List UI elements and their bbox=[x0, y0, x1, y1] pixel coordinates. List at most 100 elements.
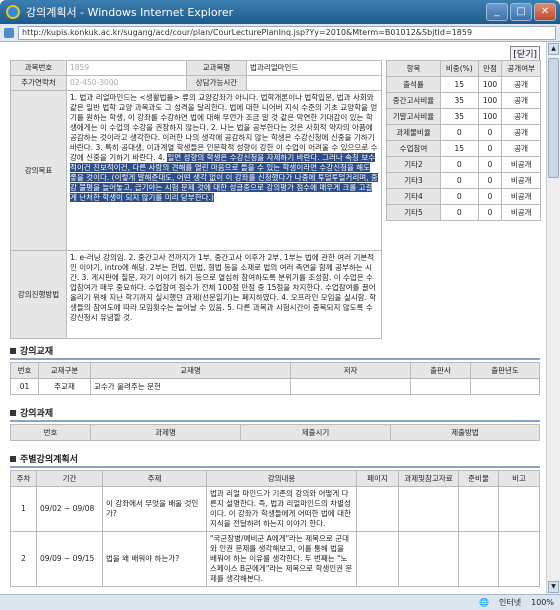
grade-public: 공개 bbox=[501, 124, 541, 141]
grade-item: 기타3 bbox=[386, 172, 441, 189]
weekly-header: 주차 bbox=[10, 470, 37, 487]
grade-row: 기타4 0 0 비공개 bbox=[386, 188, 541, 205]
close-window-button[interactable]: ✕ bbox=[534, 3, 556, 21]
week-topic: 이 강좌에서 무엇을 배울 것인가? bbox=[102, 486, 207, 532]
grade-item: 출석률 bbox=[386, 76, 441, 93]
table-row: 01 주교재 교수가 올려주는 문헌 bbox=[10, 378, 540, 395]
window-title: 강의계획서 - Windows Internet Explorer bbox=[26, 6, 234, 19]
grade-row: 중간고사비율 35 100 공개 bbox=[386, 92, 541, 109]
grade-row: 기타5 0 0 비공개 bbox=[386, 204, 541, 221]
grade-max: 0 bbox=[477, 124, 503, 141]
week-prep bbox=[458, 486, 499, 532]
grade-weight: 0 bbox=[439, 124, 479, 141]
week-no: 1 bbox=[10, 486, 37, 532]
textbook-header: 저자 bbox=[290, 362, 411, 379]
textbook-header: 출판사 bbox=[410, 362, 471, 379]
url-field[interactable]: http://kupis.konkuk.ac.kr/sugang/acd/cou… bbox=[18, 25, 556, 40]
weekly-header: 주제 bbox=[102, 470, 207, 487]
contact-label: 추가연락처 bbox=[10, 75, 67, 91]
week-topic: 법을 왜 배워야 하는가? bbox=[102, 531, 207, 587]
vertical-scrollbar[interactable]: ▲ ▼ bbox=[546, 42, 560, 594]
assignment-header: 과제명 bbox=[90, 424, 241, 441]
grade-max: 100 bbox=[477, 108, 503, 125]
grade-row: 과제물비율 0 0 공개 bbox=[386, 124, 541, 141]
objective-text: 1. 법과 리얼마인드는 <생활법률> 류의 교양강좌가 아니다. 법학개론이나… bbox=[70, 93, 378, 162]
grade-weight: 35 bbox=[439, 92, 479, 109]
page-icon bbox=[4, 27, 14, 38]
contact-value: 02-450-3000 bbox=[66, 75, 187, 91]
zoom-level[interactable]: 100% bbox=[531, 598, 554, 607]
grade-public: 비공개 bbox=[501, 204, 541, 221]
grade-weight: 15 bbox=[439, 140, 479, 157]
globe-icon: 🌐 bbox=[479, 598, 490, 607]
assignment-table: 번호 과제명 제출시기 제출방법 bbox=[10, 424, 540, 441]
grade-weight: 15 bbox=[439, 76, 479, 93]
section-divider bbox=[10, 358, 540, 360]
weekly-header: 준비물 bbox=[458, 470, 499, 487]
textbook-author bbox=[290, 378, 411, 395]
assignment-header: 번호 bbox=[10, 424, 91, 441]
minimize-button[interactable]: _ bbox=[486, 3, 508, 21]
grade-item: 기타5 bbox=[386, 204, 441, 221]
textbook-header: 교재구분 bbox=[38, 362, 91, 379]
bullet-icon bbox=[10, 409, 16, 416]
textbook-year bbox=[470, 378, 540, 395]
consult-label: 상담가능시간 bbox=[186, 75, 247, 91]
week-no: 2 bbox=[10, 531, 37, 587]
textbook-no: 01 bbox=[10, 378, 39, 395]
week-materials bbox=[398, 531, 459, 587]
grade-public: 공개 bbox=[501, 108, 541, 125]
grade-weight: 0 bbox=[439, 204, 479, 221]
table-row: 2 09/09 ~ 09/15 법을 왜 배워야 하는가? "국군장병/예비군 … bbox=[10, 531, 540, 587]
grade-row: 출석률 15 100 공개 bbox=[386, 76, 541, 93]
assignment-header: 제출시기 bbox=[240, 424, 391, 441]
textbook-title: 강의교재 bbox=[20, 347, 54, 357]
grade-public: 공개 bbox=[501, 76, 541, 93]
assignment-section-title: 강의과제 bbox=[10, 406, 53, 419]
textbook-section-title: 강의교재 bbox=[10, 344, 53, 357]
weekly-title: 주별강의계획서 bbox=[20, 455, 78, 465]
textbook-type: 주교재 bbox=[38, 378, 91, 395]
subject-code-label: 과목번호 bbox=[10, 60, 67, 76]
grade-max: 0 bbox=[477, 204, 503, 221]
assignment-title: 강의과제 bbox=[20, 409, 54, 419]
textbook-name: 교수가 올려주는 문헌 bbox=[90, 378, 291, 395]
section-divider bbox=[10, 420, 540, 422]
weekly-header: 비고 bbox=[498, 470, 540, 487]
consult-value bbox=[246, 75, 382, 91]
grade-max: 100 bbox=[477, 92, 503, 109]
grade-row: 수업참여 15 0 공개 bbox=[386, 140, 541, 157]
maximize-button[interactable]: □ bbox=[510, 3, 532, 21]
scroll-up-icon[interactable]: ▲ bbox=[548, 43, 559, 55]
weekly-header: 강의내용 bbox=[206, 470, 357, 487]
assignment-header: 제출방법 bbox=[390, 424, 540, 441]
week-note bbox=[498, 486, 540, 532]
grade-public: 공개 bbox=[501, 140, 541, 157]
grade-item: 기말고사비율 bbox=[386, 108, 441, 125]
bullet-icon bbox=[10, 347, 16, 354]
week-prep bbox=[458, 531, 499, 587]
week-note bbox=[498, 531, 540, 587]
bullet-icon bbox=[10, 455, 16, 462]
grade-weight: 0 bbox=[439, 156, 479, 173]
window-titlebar: 강의계획서 - Windows Internet Explorer _ □ ✕ bbox=[0, 0, 560, 24]
grade-max: 100 bbox=[477, 76, 503, 93]
textbook-publisher bbox=[410, 378, 471, 395]
address-bar: http://kupis.konkuk.ac.kr/sugang/acd/cou… bbox=[0, 24, 560, 42]
weekly-table: 주차 기간 주제 강의내용 페이지 과제및참고자료 준비물 비고 1 09/02… bbox=[10, 470, 540, 587]
scroll-thumb[interactable] bbox=[548, 58, 559, 178]
weekly-section-title: 주별강의계획서 bbox=[10, 452, 78, 465]
grade-public: 공개 bbox=[501, 92, 541, 109]
textbook-header: 교재명 bbox=[90, 362, 291, 379]
scroll-down-icon[interactable]: ▼ bbox=[548, 581, 559, 593]
grade-item: 기타4 bbox=[386, 188, 441, 205]
grade-row: 기타3 0 0 비공개 bbox=[386, 172, 541, 189]
grade-public: 비공개 bbox=[501, 172, 541, 189]
close-link[interactable]: [닫기] bbox=[510, 46, 540, 61]
grade-weight: 0 bbox=[439, 172, 479, 189]
textbook-header: 번호 bbox=[10, 362, 39, 379]
grade-row: 기말고사비율 35 100 공개 bbox=[386, 108, 541, 125]
grade-item: 기타2 bbox=[386, 156, 441, 173]
week-content: "국군장병/예비군 A에게"라는 제목으로 군대와 인권 문제를 생각해보고, … bbox=[206, 531, 357, 587]
grade-max: 0 bbox=[477, 140, 503, 157]
